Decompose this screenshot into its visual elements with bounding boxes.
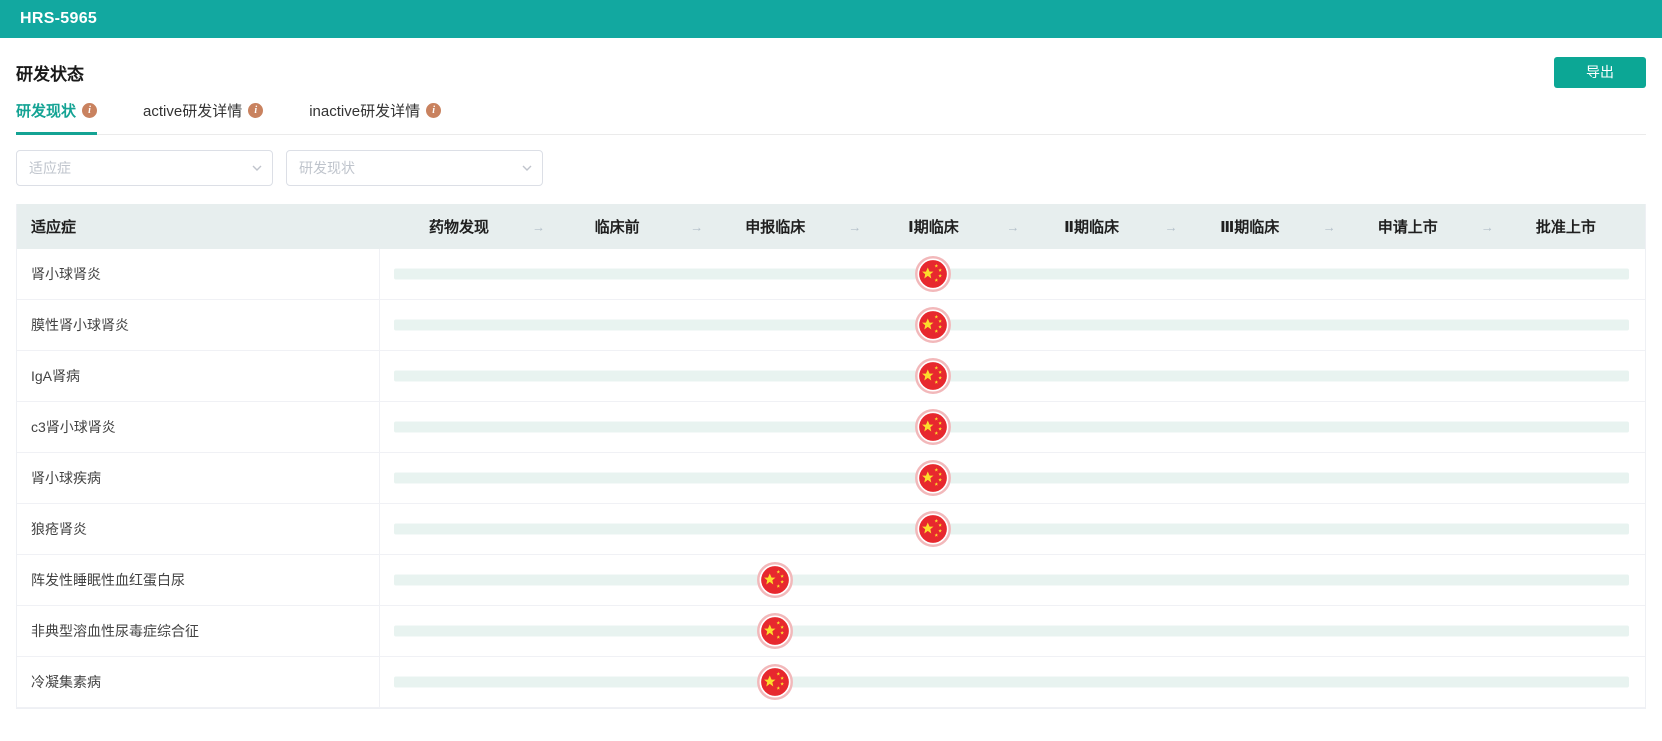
table-body: 肾小球肾炎 膜性肾小球肾炎 IgA肾病 c3肾小球肾炎 肾小球疾病 狼疮肾炎 阵… [17, 249, 1645, 708]
indication-header: 适应症 [31, 219, 77, 236]
tab-active-details[interactable]: active研发详情 i [143, 100, 264, 135]
stage-header-cell: Ⅱ期临床 → [1013, 204, 1178, 249]
table-row: 非典型溶血性尿毒症综合征 [17, 606, 1645, 657]
indication-cell: 膜性肾小球肾炎 [17, 300, 380, 350]
stage-header-label: Ⅱ期临床 [1064, 219, 1119, 236]
stage-header-label: 申请上市 [1377, 219, 1438, 236]
progress-cell [380, 300, 1645, 350]
progress-track [394, 625, 1629, 637]
stage-header-cell: 申请上市 → [1329, 204, 1494, 249]
table-row: 阵发性睡眠性血红蛋白尿 [17, 555, 1645, 606]
stage-header-cell: 临床前 → [538, 204, 704, 249]
tab-inactive-details[interactable]: inactive研发详情 i [309, 100, 442, 135]
info-icon[interactable]: i [82, 103, 98, 118]
china-flag-marker[interactable] [914, 306, 952, 344]
indication-cell: 阵发性睡眠性血红蛋白尿 [17, 555, 380, 605]
stage-header-label: 批准上市 [1535, 219, 1596, 236]
status-filter-input[interactable] [286, 150, 543, 186]
table-header: 适应症 药物发现 → 临床前 → 申报临床 → Ⅰ期临床 → Ⅱ期临床 → Ⅲ期… [17, 204, 1645, 249]
china-flag-icon [915, 307, 952, 343]
drug-title: HRS-5965 [20, 10, 98, 27]
progress-cell [380, 555, 1645, 605]
tab-label: inactive研发详情 [309, 103, 421, 120]
china-flag-marker[interactable] [914, 255, 952, 293]
stage-header-cell: 药物发现 → [380, 204, 545, 249]
china-flag-marker[interactable] [914, 357, 952, 395]
progress-track [394, 268, 1629, 280]
stage-header-cell: 申报临床 → [696, 204, 861, 249]
stage-header-cell: 批准上市 → [1487, 204, 1645, 249]
tab-label: 研发现状 [16, 103, 77, 120]
progress-track [394, 319, 1629, 331]
table-row: 狼疮肾炎 [17, 504, 1645, 555]
table-row: IgA肾病 [17, 351, 1645, 402]
progress-cell [380, 453, 1645, 503]
progress-track [394, 676, 1629, 688]
indication-filter[interactable] [16, 150, 273, 186]
china-flag-icon [757, 613, 794, 649]
table-row: 肾小球肾炎 [17, 249, 1645, 300]
china-flag-icon [915, 409, 952, 445]
china-flag-marker[interactable] [756, 663, 794, 701]
indication-cell: 非典型溶血性尿毒症综合征 [17, 606, 380, 656]
china-flag-icon [915, 511, 952, 547]
status-filter[interactable] [286, 150, 543, 186]
stage-headers: 药物发现 → 临床前 → 申报临床 → Ⅰ期临床 → Ⅱ期临床 → Ⅲ期临床 →… [380, 204, 1645, 249]
table-row: c3肾小球肾炎 [17, 402, 1645, 453]
filter-bar [16, 150, 1646, 186]
china-flag-icon [757, 664, 794, 700]
table-row: 冷凝集素病 [17, 657, 1645, 708]
indication-cell: 狼疮肾炎 [17, 504, 380, 554]
progress-cell [380, 402, 1645, 452]
stage-header-label: Ⅰ期临床 [908, 219, 959, 236]
stage-header-label: 申报临床 [745, 219, 806, 236]
progress-cell [380, 606, 1645, 656]
rd-status-table: 适应症 药物发现 → 临床前 → 申报临床 → Ⅰ期临床 → Ⅱ期临床 → Ⅲ期… [16, 204, 1646, 709]
indication-filter-input[interactable] [16, 150, 273, 186]
top-bar: HRS-5965 [0, 0, 1662, 38]
progress-cell [380, 657, 1645, 707]
china-flag-icon [757, 562, 794, 598]
progress-track [394, 472, 1629, 484]
main-content: 研发状态 导出 研发现状 i active研发详情 i inactive研发详情… [0, 52, 1662, 709]
tab-label: active研发详情 [143, 103, 243, 120]
table-row: 膜性肾小球肾炎 [17, 300, 1645, 351]
china-flag-marker[interactable] [756, 612, 794, 650]
progress-track [394, 370, 1629, 382]
china-flag-marker[interactable] [756, 561, 794, 599]
china-flag-icon [915, 256, 952, 292]
china-flag-icon [915, 460, 952, 496]
info-icon[interactable]: i [426, 103, 442, 118]
indication-cell: 冷凝集素病 [17, 657, 380, 707]
progress-track [394, 574, 1629, 586]
info-icon[interactable]: i [248, 103, 264, 118]
indication-cell: c3肾小球肾炎 [17, 402, 380, 452]
stage-header-label: Ⅲ期临床 [1220, 219, 1280, 236]
page-title: 研发状态 [16, 64, 84, 84]
progress-track [394, 523, 1629, 535]
stage-header-cell: Ⅲ期临床 → [1171, 204, 1336, 249]
progress-cell [380, 249, 1645, 299]
tab-bar: 研发现状 i active研发详情 i inactive研发详情 i [16, 100, 1646, 135]
section-header: 研发状态 导出 [16, 52, 1646, 92]
stage-header-label: 临床前 [594, 219, 640, 236]
stage-header-label: 药物发现 [429, 219, 490, 236]
stage-header-cell: Ⅰ期临床 → [854, 204, 1019, 249]
progress-track [394, 421, 1629, 433]
indication-cell: 肾小球肾炎 [17, 249, 380, 299]
tab-rd-status[interactable]: 研发现状 i [16, 100, 98, 135]
indication-cell: IgA肾病 [17, 351, 380, 401]
progress-cell [380, 504, 1645, 554]
china-flag-marker[interactable] [914, 459, 952, 497]
china-flag-marker[interactable] [914, 510, 952, 548]
table-row: 肾小球疾病 [17, 453, 1645, 504]
china-flag-marker[interactable] [914, 408, 952, 446]
china-flag-icon [915, 358, 952, 394]
progress-cell [380, 351, 1645, 401]
indication-cell: 肾小球疾病 [17, 453, 380, 503]
export-button[interactable]: 导出 [1554, 56, 1646, 88]
